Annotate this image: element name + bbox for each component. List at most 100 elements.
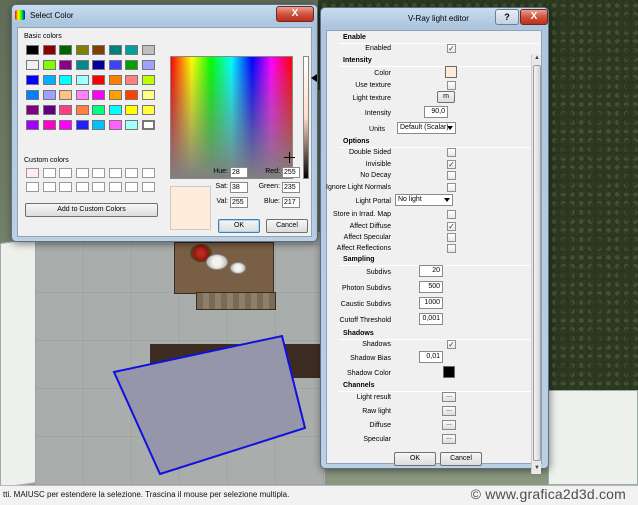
- vray-cancel-button[interactable]: Cancel: [440, 452, 482, 466]
- basic-color-swatch[interactable]: [125, 105, 138, 115]
- cutoff-input[interactable]: 0,001: [419, 313, 443, 325]
- basic-color-swatch[interactable]: [108, 90, 122, 100]
- basic-color-swatch[interactable]: [92, 90, 105, 100]
- subdivs-input[interactable]: 20: [419, 265, 443, 277]
- basic-color-swatch[interactable]: [92, 60, 105, 70]
- basic-color-swatch[interactable]: [125, 45, 138, 55]
- hue-input[interactable]: 28: [230, 167, 248, 178]
- basic-color-swatch[interactable]: [125, 90, 138, 100]
- shadows-checkbox[interactable]: ✓: [447, 340, 456, 349]
- custom-color-swatch[interactable]: [26, 182, 39, 192]
- basic-color-swatch[interactable]: [42, 45, 56, 55]
- no-decay-checkbox[interactable]: [447, 171, 456, 180]
- basic-color-swatch[interactable]: [108, 60, 122, 70]
- custom-color-swatch[interactable]: [42, 182, 56, 192]
- basic-color-swatch[interactable]: [26, 105, 39, 115]
- affect-specular-checkbox[interactable]: [447, 233, 456, 242]
- basic-color-swatch[interactable]: [42, 105, 56, 115]
- basic-color-swatch[interactable]: [59, 75, 72, 85]
- basic-color-swatch[interactable]: [141, 45, 155, 55]
- basic-color-swatch[interactable]: [108, 105, 122, 115]
- basic-color-swatch[interactable]: [92, 45, 105, 55]
- light-texture-button[interactable]: m: [437, 91, 455, 103]
- shadow-bias-input[interactable]: 0,01: [419, 351, 443, 363]
- ok-button[interactable]: OK: [218, 219, 260, 233]
- custom-color-swatch[interactable]: [26, 168, 39, 178]
- double-sided-checkbox[interactable]: [447, 148, 456, 157]
- color-spectrum[interactable]: [170, 56, 293, 179]
- vray-close-button[interactable]: X: [520, 9, 548, 25]
- basic-color-swatch[interactable]: [59, 60, 72, 70]
- basic-color-swatch[interactable]: [108, 75, 122, 85]
- custom-color-swatch[interactable]: [125, 182, 138, 192]
- custom-color-swatch[interactable]: [141, 168, 155, 178]
- light-color-swatch[interactable]: [445, 66, 457, 78]
- basic-color-swatch[interactable]: [26, 90, 39, 100]
- basic-color-swatch[interactable]: [141, 90, 155, 100]
- specular-button[interactable]: ...: [442, 434, 456, 444]
- vray-ok-button[interactable]: OK: [394, 452, 436, 466]
- custom-color-swatch[interactable]: [75, 168, 89, 178]
- custom-color-swatch[interactable]: [59, 168, 72, 178]
- basic-color-swatch[interactable]: [125, 75, 138, 85]
- photon-subdivs-input[interactable]: 500: [419, 281, 443, 293]
- light-portal-dropdown[interactable]: No light: [395, 194, 453, 206]
- val-input[interactable]: 255: [230, 197, 248, 208]
- caustic-subdivs-input[interactable]: 1000: [419, 297, 443, 309]
- basic-color-swatch[interactable]: [26, 60, 39, 70]
- basic-color-swatch[interactable]: [141, 105, 155, 115]
- custom-color-swatch[interactable]: [92, 168, 105, 178]
- vray-titlebar[interactable]: V-Ray light editor ? X: [321, 8, 548, 30]
- affect-reflections-checkbox[interactable]: [447, 244, 456, 253]
- custom-color-swatch[interactable]: [59, 182, 72, 192]
- sat-input[interactable]: 38: [230, 182, 248, 193]
- units-dropdown[interactable]: Default (Scalar): [397, 122, 456, 134]
- scroll-up-icon[interactable]: ▲: [533, 54, 541, 63]
- basic-color-swatch[interactable]: [75, 75, 89, 85]
- basic-color-swatch[interactable]: [108, 45, 122, 55]
- basic-color-swatch[interactable]: [141, 60, 155, 70]
- basic-color-swatch[interactable]: [75, 60, 89, 70]
- raw-light-button[interactable]: ...: [442, 406, 456, 416]
- select-color-titlebar[interactable]: Select Color X: [12, 5, 317, 27]
- ignore-normals-checkbox[interactable]: [447, 183, 456, 192]
- basic-color-swatch[interactable]: [26, 75, 39, 85]
- light-result-button[interactable]: ...: [442, 392, 456, 402]
- custom-color-swatch[interactable]: [75, 182, 89, 192]
- basic-color-swatch[interactable]: [42, 75, 56, 85]
- basic-color-swatch[interactable]: [75, 120, 89, 130]
- basic-color-swatch[interactable]: [92, 105, 105, 115]
- help-button[interactable]: ?: [495, 9, 519, 25]
- basic-color-swatch[interactable]: [42, 120, 56, 130]
- affect-diffuse-checkbox[interactable]: ✓: [447, 222, 456, 231]
- basic-color-swatch[interactable]: [59, 105, 72, 115]
- custom-color-swatch[interactable]: [42, 168, 56, 178]
- invisible-checkbox[interactable]: ✓: [447, 160, 456, 169]
- basic-color-swatch[interactable]: [42, 60, 56, 70]
- basic-color-swatch[interactable]: [108, 120, 122, 130]
- custom-color-swatch[interactable]: [108, 182, 122, 192]
- custom-color-swatch[interactable]: [108, 168, 122, 178]
- add-to-custom-colors-button[interactable]: Add to Custom Colors: [25, 203, 158, 217]
- basic-color-swatch[interactable]: [125, 120, 138, 130]
- basic-color-swatch[interactable]: [26, 120, 39, 130]
- close-button[interactable]: X: [276, 6, 314, 22]
- basic-color-swatch[interactable]: [26, 45, 39, 55]
- diffuse-button[interactable]: ...: [442, 420, 456, 430]
- basic-color-swatch[interactable]: [92, 120, 105, 130]
- basic-color-swatch[interactable]: [92, 75, 105, 85]
- basic-color-swatch[interactable]: [59, 90, 72, 100]
- basic-color-swatch[interactable]: [59, 45, 72, 55]
- custom-color-swatch[interactable]: [125, 168, 138, 178]
- intensity-input[interactable]: 90,0: [424, 106, 448, 118]
- basic-color-swatch[interactable]: [59, 120, 72, 130]
- shadow-color-swatch[interactable]: [443, 366, 455, 378]
- basic-color-swatch[interactable]: [75, 90, 89, 100]
- custom-color-swatch[interactable]: [141, 182, 155, 192]
- basic-color-swatch[interactable]: [75, 105, 89, 115]
- enabled-checkbox[interactable]: ✓: [447, 44, 456, 53]
- scroll-down-icon[interactable]: ▼: [533, 464, 541, 473]
- basic-color-swatch[interactable]: [75, 45, 89, 55]
- basic-color-swatch[interactable]: [141, 120, 155, 130]
- store-irrad-checkbox[interactable]: [447, 210, 456, 219]
